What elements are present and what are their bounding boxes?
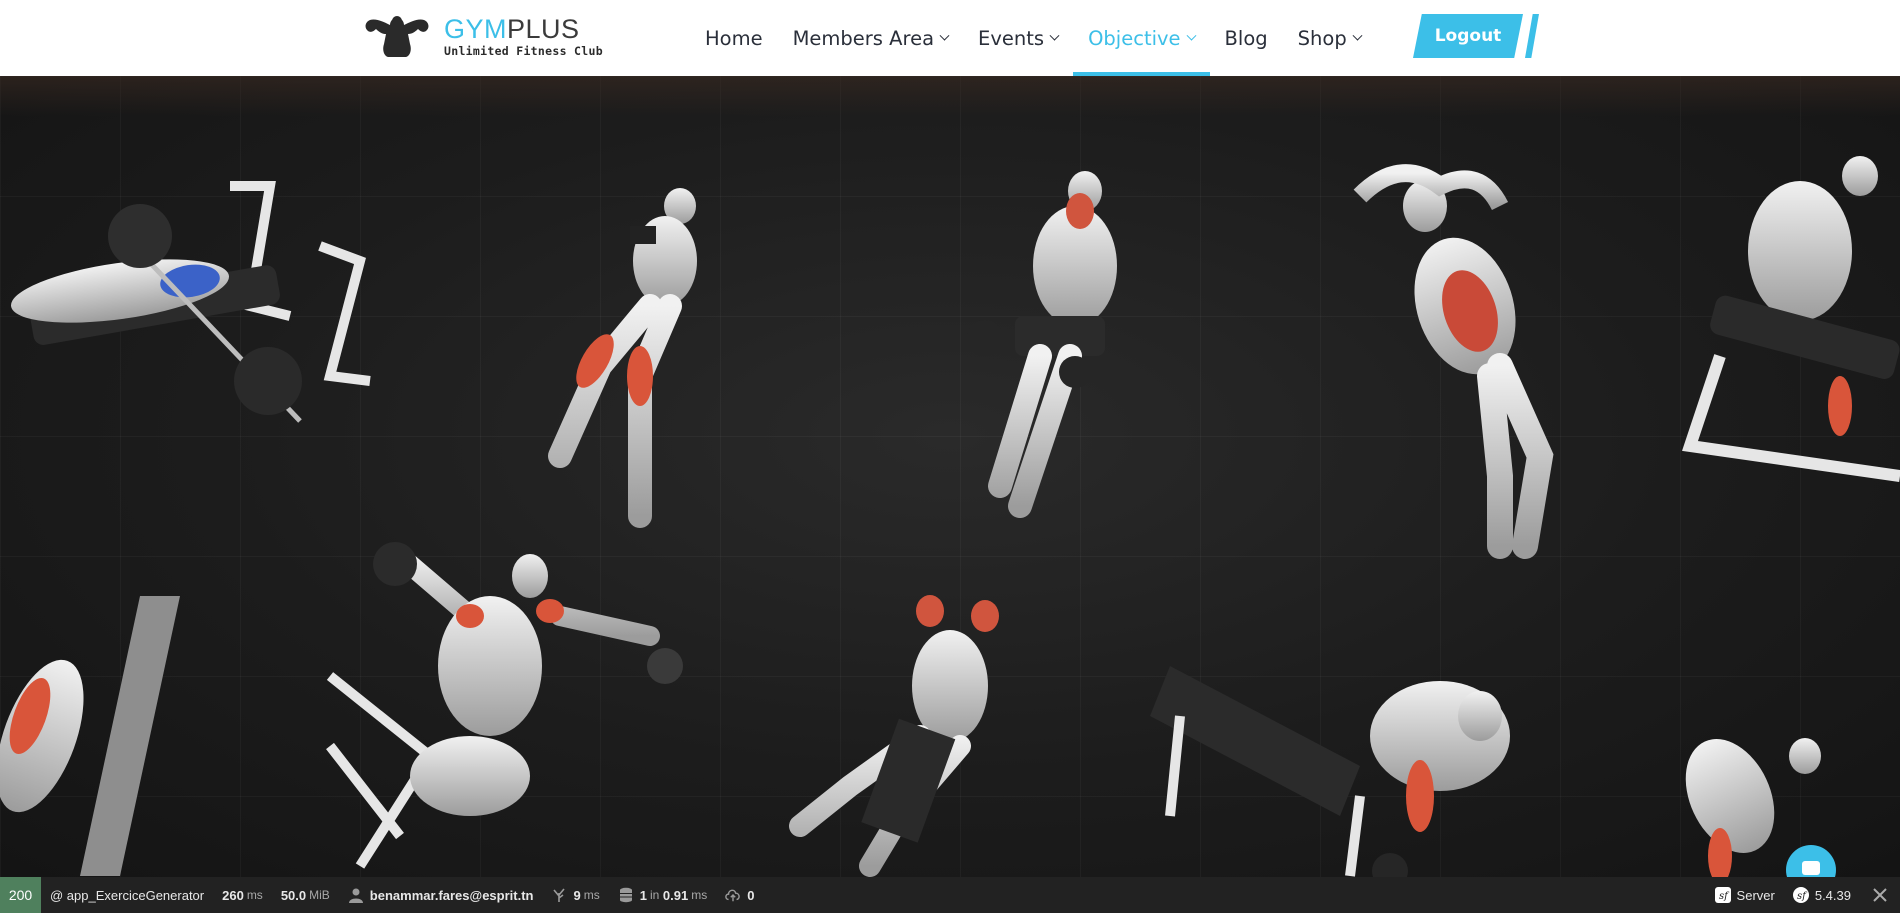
chat-bubble-icon [1802,861,1820,875]
lateral-raise-figure [326,542,683,869]
version-panel[interactable]: sf 5.4.39 [1784,877,1860,913]
memory-unit: MiB [309,888,330,902]
brand-tagline: Unlimited Fitness Club [444,44,603,58]
nav-home-label: Home [705,26,763,50]
db-unit: ms [691,888,708,902]
nav-blog[interactable]: Blog [1210,0,1283,76]
db-in: in [649,888,660,902]
memory-value: 50.0 [280,887,307,903]
brand-logo[interactable]: GYMPLUS Unlimited Fitness Club [362,12,603,62]
logout-area: Logout [1413,14,1541,58]
cache-panel[interactable]: 0 [716,877,763,913]
server-panel[interactable]: sf Server [1706,877,1784,913]
server-label: Server [1736,887,1775,903]
route-name[interactable]: @ app_ExerciceGenerator [41,877,213,913]
site-header: GYMPLUS Unlimited Fitness Club Home Memb… [0,0,1900,76]
memory-panel[interactable]: 50.0 MiB [272,877,339,913]
status-code-badge[interactable]: 200 [0,877,41,913]
cloud-upload-icon [725,889,741,902]
chevron-down-icon [1186,30,1196,41]
db-queries: 1 [639,887,647,903]
nav-objective[interactable]: Objective [1073,0,1211,76]
dumbbell-shrug-figure [967,171,1117,518]
overhead-triceps-figure [789,595,999,877]
user-icon [348,888,363,903]
twig-unit: ms [583,888,600,902]
logout-slash-decoration [1525,14,1539,58]
nav-shop[interactable]: Shop [1283,0,1376,76]
exercise-illustrations-image [0,156,1900,877]
toolbar-close-button[interactable] [1860,877,1900,913]
sit-up-figure [1353,164,1554,559]
concentration-curl-figure [1150,666,1510,877]
nav-members-area-label: Members Area [792,26,935,50]
timing-panel[interactable]: 260 ms [213,877,272,913]
brand-name: GYMPLUS [444,14,580,44]
twig-icon [553,888,566,902]
user-email: benammar.fares@esprit.tn [369,887,534,903]
nav-shop-label: Shop [1297,26,1347,50]
main-nav: Home Members Area Events Objective Blog … [690,0,1376,76]
user-panel[interactable]: benammar.fares@esprit.tn [339,877,543,913]
dumbbell-lunge-figure [548,188,697,528]
hero-banner [0,76,1900,877]
timing-value: 260 [222,887,244,903]
nav-objective-label: Objective [1088,26,1181,50]
nav-members-area[interactable]: Members Area [778,0,963,76]
toolbar-right: sf Server sf 5.4.39 [1706,877,1900,913]
bodybuilder-logo-icon [365,16,429,57]
chevron-down-icon [939,30,950,41]
symfony-logo-icon: sf [1792,887,1809,903]
database-panel[interactable]: 1 in 0.91 ms [609,877,717,913]
database-icon [619,887,632,903]
chevron-down-icon [1049,30,1060,41]
seated-calf-raise-figure [1682,156,1900,482]
symfony-version: 5.4.39 [1814,887,1851,903]
db-time: 0.91 [662,887,689,903]
twig-panel[interactable]: 9 ms [542,877,608,913]
nav-events-label: Events [978,26,1045,50]
twig-value: 9 [573,887,581,903]
symfony-icon: sf [1714,887,1731,903]
symfony-debug-toolbar: 200 @ app_ExerciceGenerator 260 ms 50.0 Mi… [0,877,1900,913]
nav-events[interactable]: Events [963,0,1073,76]
bench-press-figure [11,181,371,423]
cable-machine-figure [0,596,180,876]
close-icon [1873,888,1887,902]
cache-value: 0 [747,887,755,903]
timing-unit: ms [246,888,263,902]
nav-blog-label: Blog [1224,26,1268,50]
chevron-down-icon [1352,30,1363,41]
logout-button[interactable]: Logout [1413,14,1523,58]
nav-home[interactable]: Home [690,0,778,76]
